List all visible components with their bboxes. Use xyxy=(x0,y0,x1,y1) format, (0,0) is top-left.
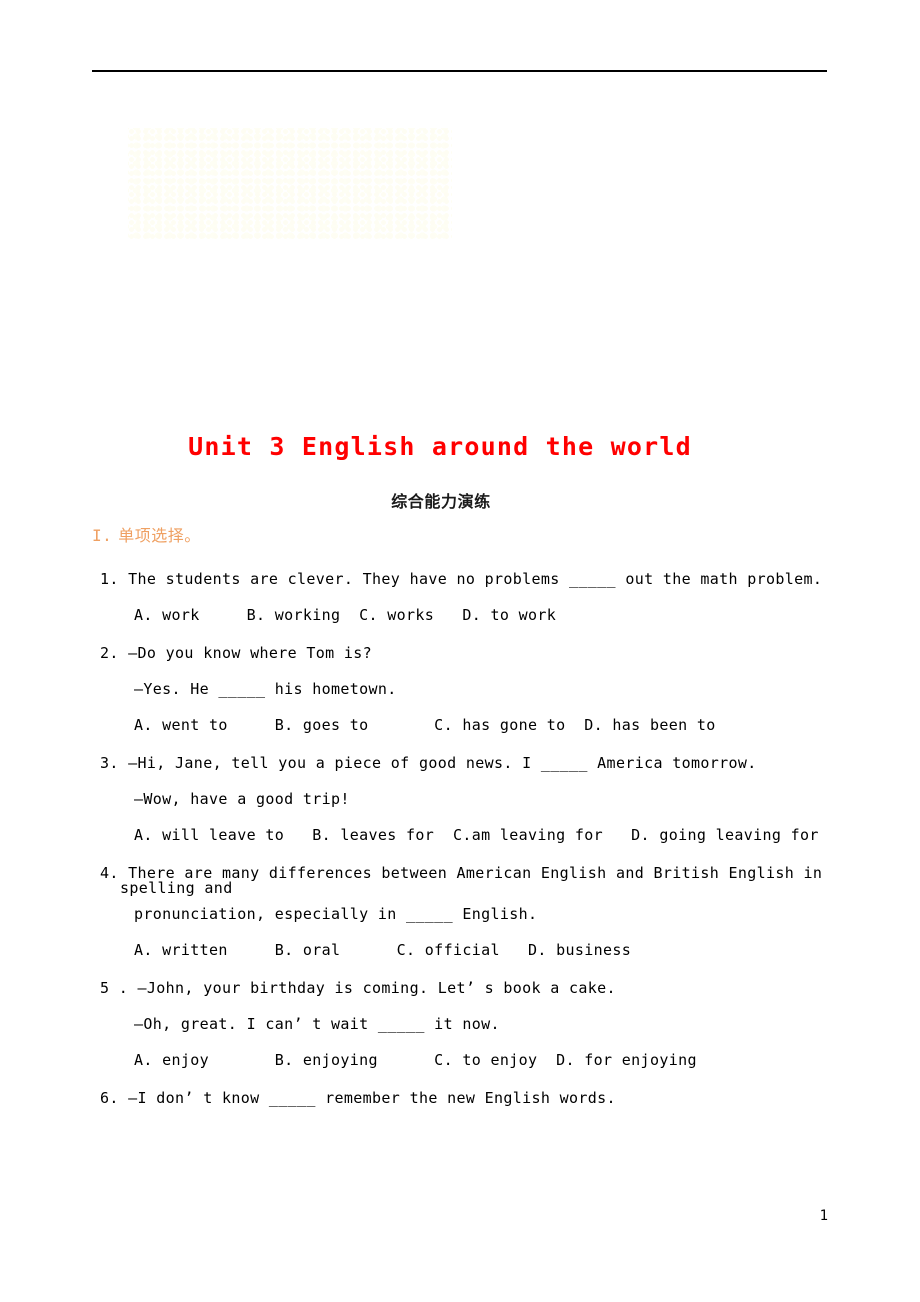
question-stem: 3. —Hi, Jane, tell you a piece of good n… xyxy=(100,754,757,772)
question-stem: 1. The students are clever. They have no… xyxy=(100,570,823,588)
question-stem: 5 . —John, your birthday is coming. Let’… xyxy=(100,979,616,997)
header-divider xyxy=(92,70,827,72)
section-label: 单项选择。 xyxy=(118,526,201,545)
document-page: Unit 3 English around the world 综合能力演练 I… xyxy=(0,0,920,1302)
exercise-content: I. 单项选择。 1. The students are clever. They… xyxy=(92,528,837,1127)
question-item: 2. —Do you know where Tom is? —Yes. He _… xyxy=(92,646,837,733)
question-stem-continued: pronunciation, especially in _____ Engli… xyxy=(134,905,538,923)
question-reply: —Oh, great. I can’ t wait _____ it now. xyxy=(134,1015,500,1033)
question-options: A. will leave to B. leaves for C.am leav… xyxy=(134,826,819,844)
question-options: A. went to B. goes to C. has gone to D. … xyxy=(134,716,716,734)
page-subtitle: 综合能力演练 xyxy=(391,492,491,511)
question-options: A. work B. working C. works D. to work xyxy=(134,606,557,624)
page-number: 1 xyxy=(819,1208,828,1224)
section-header-single-choice: I. 单项选择。 xyxy=(92,528,837,544)
page-title: Unit 3 English around the world xyxy=(188,432,692,461)
question-stem: 6. —I don’ t know _____ remember the new… xyxy=(100,1089,616,1107)
question-reply: —Yes. He _____ his hometown. xyxy=(134,680,397,698)
question-options: A. enjoy B. enjoying C. to enjoy D. for … xyxy=(134,1051,697,1069)
background-watermark xyxy=(128,128,452,240)
question-stem: 4. There are many differences between Am… xyxy=(100,864,823,897)
question-item: 3. —Hi, Jane, tell you a piece of good n… xyxy=(92,756,837,843)
question-options: A. written B. oral C. official D. busine… xyxy=(134,941,632,959)
question-stem: 2. —Do you know where Tom is? xyxy=(100,644,373,662)
question-item: 5 . —John, your birthday is coming. Let’… xyxy=(92,981,837,1068)
question-item: 6. —I don’ t know _____ remember the new… xyxy=(92,1091,837,1106)
question-reply: —Wow, have a good trip! xyxy=(134,790,350,808)
section-number: I. xyxy=(92,526,113,545)
question-item: 1. The students are clever. They have no… xyxy=(92,572,837,623)
question-item: 4. There are many differences between Am… xyxy=(92,866,837,958)
